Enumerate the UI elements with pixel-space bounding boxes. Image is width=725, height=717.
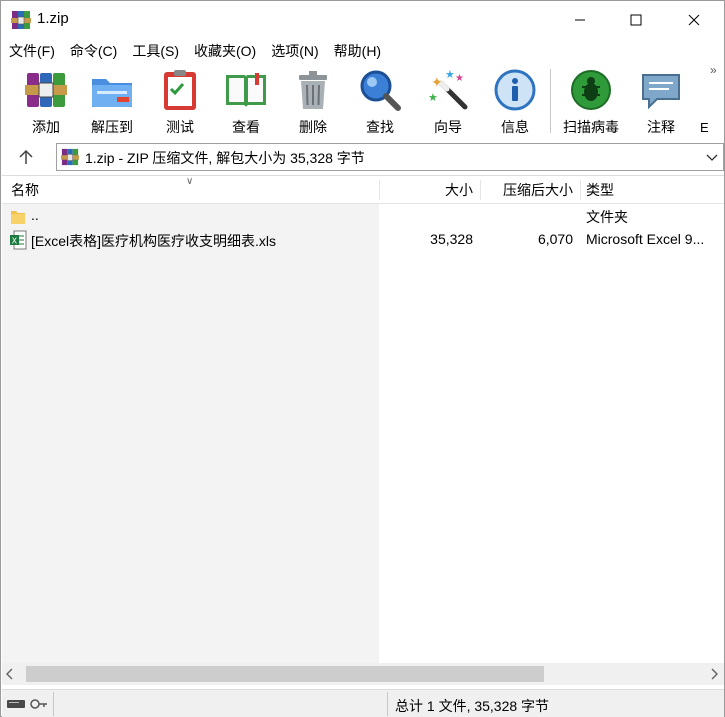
arrow-up-icon: [19, 149, 33, 164]
svg-text:★: ★: [445, 68, 455, 81]
svg-text:✦: ✦: [431, 75, 443, 91]
file-type: 文件夹: [586, 209, 628, 225]
archive-icon: [61, 148, 79, 166]
chevron-down-icon[interactable]: [705, 150, 719, 164]
minimize-icon: [575, 19, 585, 21]
toolbar-scan-virus-button[interactable]: 扫描病毒: [559, 67, 623, 137]
scroll-right-arrow-icon[interactable]: [708, 667, 720, 681]
file-size: 35,328: [430, 231, 473, 247]
info-icon: [494, 69, 536, 111]
toolbar-separator: [550, 69, 551, 133]
file-row-parent[interactable]: .. 文件夹: [2, 204, 724, 228]
status-bar: 总计 1 文件, 35,328 字节: [2, 689, 724, 717]
toolbar-add-label: 添加: [32, 119, 60, 135]
toolbar-comment-label: 注释: [647, 119, 675, 135]
toolbar-test-label: 测试: [166, 119, 194, 135]
file-packed-size: 6,070: [537, 231, 573, 247]
toolbar-extract-label: 解压到: [91, 119, 133, 135]
file-list: 名称 ∨ 大小 压缩后大小 类型 .. 文件夹 X [Excel表格]医疗机构医…: [2, 175, 724, 664]
scan-virus-icon: [571, 70, 611, 110]
menu-bar: 文件(F) 命令(C) 工具(S) 收藏夹(O) 选项(N) 帮助(H): [1, 39, 724, 63]
comment-icon: [642, 74, 680, 110]
toolbar-delete-label: 删除: [299, 119, 327, 135]
menu-options[interactable]: 选项(N): [263, 39, 325, 63]
file-name: ..: [31, 207, 39, 223]
name-column-area: [2, 204, 379, 664]
menu-commands[interactable]: 命令(C): [62, 39, 124, 63]
window-title: 1.zip: [37, 10, 69, 27]
file-row[interactable]: X [Excel表格]医疗机构医疗收支明细表.xls 35,328 6,070 …: [2, 228, 724, 252]
find-icon: [360, 70, 401, 111]
menu-tools[interactable]: 工具(S): [124, 39, 186, 63]
delete-icon: [299, 71, 327, 109]
column-header-type[interactable]: 类型: [580, 176, 720, 204]
svg-text:★: ★: [428, 91, 438, 104]
status-selection-panel: [56, 692, 388, 716]
winrar-app-icon: [11, 11, 31, 29]
maximize-icon: [630, 14, 642, 26]
excel-file-icon: X: [10, 230, 27, 250]
minimize-button[interactable]: [557, 1, 603, 39]
view-icon: [226, 73, 266, 107]
svg-text:★: ★: [455, 73, 464, 84]
address-bar: 1.zip - ZIP 压缩文件, 解包大小为 35,328 字节: [1, 141, 724, 173]
sort-chevron-icon: ∨: [186, 176, 194, 187]
status-drive-panel: [2, 692, 54, 716]
extract-to-icon: [92, 79, 132, 107]
address-field[interactable]: 1.zip - ZIP 压缩文件, 解包大小为 35,328 字节: [56, 143, 724, 171]
maximize-button[interactable]: [613, 1, 659, 39]
toolbar-find-button[interactable]: 查找: [348, 67, 412, 137]
toolbar-truncated-label: E: [700, 120, 709, 135]
file-list-empty-area: [379, 204, 724, 664]
file-name: [Excel表格]医疗机构医疗收支明细表.xls: [31, 233, 277, 249]
toolbar-delete-button[interactable]: 删除: [281, 67, 345, 137]
wizard-icon: ✦ ★ ★ ★: [428, 68, 468, 110]
column-header-size[interactable]: 大小: [380, 176, 479, 204]
close-button[interactable]: [671, 1, 717, 39]
winrar-window: 1.zip 文件(F) 命令(C) 工具(S) 收藏夹(O) 选项(N) 帮助(…: [0, 0, 725, 717]
scroll-left-arrow-icon[interactable]: [4, 667, 16, 681]
toolbar-wizard-button[interactable]: ✦ ★ ★ ★ 向导: [416, 67, 480, 137]
add-archive-icon: [25, 73, 67, 107]
toolbar: 添加 解压到 测试 查看 删除 查找 ✦ ★ ★ ★ 向导 信息 扫描病毒 注释…: [1, 63, 724, 139]
toolbar-comment-button[interactable]: 注释: [629, 67, 693, 137]
toolbar-view-label: 查看: [232, 119, 260, 135]
column-header: 名称 ∨ 大小 压缩后大小 类型: [2, 176, 724, 204]
toolbar-extract-button[interactable]: 解压到: [80, 67, 144, 137]
toolbar-find-label: 查找: [366, 119, 394, 135]
toolbar-overflow-chevron[interactable]: »: [710, 63, 717, 77]
menu-help[interactable]: 帮助(H): [326, 39, 388, 63]
key-icon: [30, 699, 47, 709]
close-icon: [688, 14, 700, 26]
menu-file[interactable]: 文件(F): [1, 39, 62, 63]
toolbar-info-label: 信息: [501, 119, 529, 135]
folder-icon: [11, 211, 25, 224]
toolbar-wizard-label: 向导: [434, 119, 462, 135]
toolbar-scan-virus-label: 扫描病毒: [563, 119, 619, 135]
column-header-packed[interactable]: 压缩后大小: [480, 176, 579, 204]
file-type: Microsoft Excel 9...: [586, 231, 705, 247]
scrollbar-thumb[interactable]: [26, 666, 544, 682]
address-text: 1.zip - ZIP 压缩文件, 解包大小为 35,328 字节: [85, 150, 365, 166]
drive-icon: [7, 700, 25, 708]
toolbar-info-button[interactable]: 信息: [483, 67, 547, 137]
title-bar: 1.zip: [1, 1, 724, 39]
horizontal-scrollbar[interactable]: [2, 663, 724, 685]
svg-text:X: X: [12, 236, 18, 245]
test-icon: [164, 70, 196, 110]
menu-favorites[interactable]: 收藏夹(O): [186, 39, 263, 63]
toolbar-add-button[interactable]: 添加: [14, 67, 78, 137]
toolbar-test-button[interactable]: 测试: [148, 67, 212, 137]
toolbar-view-button[interactable]: 查看: [214, 67, 278, 137]
up-button[interactable]: [9, 144, 43, 170]
status-summary: 总计 1 文件, 35,328 字节: [395, 698, 550, 714]
